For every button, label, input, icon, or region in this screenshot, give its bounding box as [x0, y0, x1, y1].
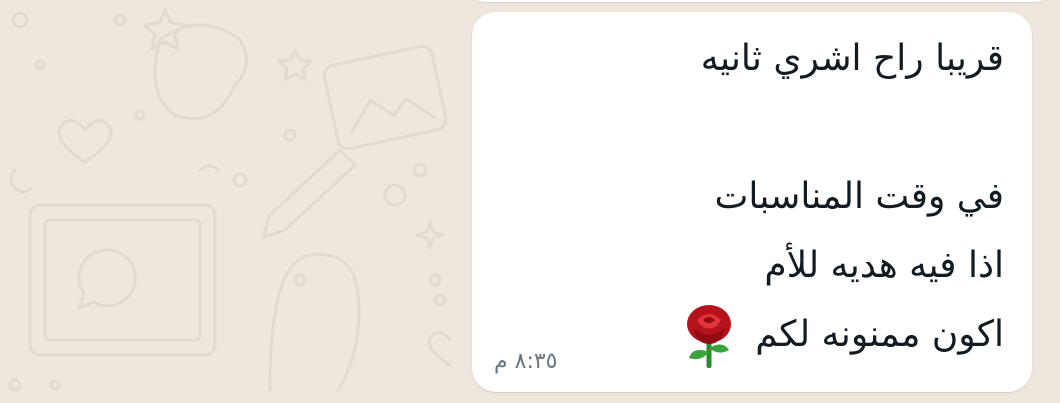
dog-doodle — [153, 23, 248, 121]
rose-emoji-icon — [687, 305, 732, 368]
message-line-2: في وقت المناسبات — [714, 176, 1004, 217]
message-line-1: قريبا راح اشري ثانيه — [700, 38, 1004, 79]
phone-doodle — [77, 248, 137, 310]
laptop-doodle — [28, 203, 217, 357]
pencil-doodle — [261, 148, 357, 239]
incoming-message-bubble[interactable]: قريبا راح اشري ثانيه في وقت المناسبات اذ… — [472, 12, 1032, 392]
message-line-3: اذا فيه هديه للأم — [764, 245, 1004, 286]
heart-doodle-2 — [427, 331, 452, 367]
message-timestamp: ٨:٣٥ م — [494, 349, 558, 374]
previous-message-bubble[interactable] — [470, 0, 1050, 2]
sparkle-doodle — [415, 220, 445, 250]
star-doodle — [143, 8, 187, 51]
heart-doodle — [57, 119, 113, 164]
message-line-4: اكون ممنونه لكم — [755, 314, 1004, 355]
dino-doodle — [268, 253, 361, 392]
message-line-4-row: اكون ممنونه لكم — [504, 300, 1004, 369]
picture-doodle — [322, 44, 448, 151]
message-text: قريبا راح اشري ثانيه في وقت المناسبات اذ… — [504, 24, 1004, 369]
star-doodle-2 — [277, 48, 313, 82]
